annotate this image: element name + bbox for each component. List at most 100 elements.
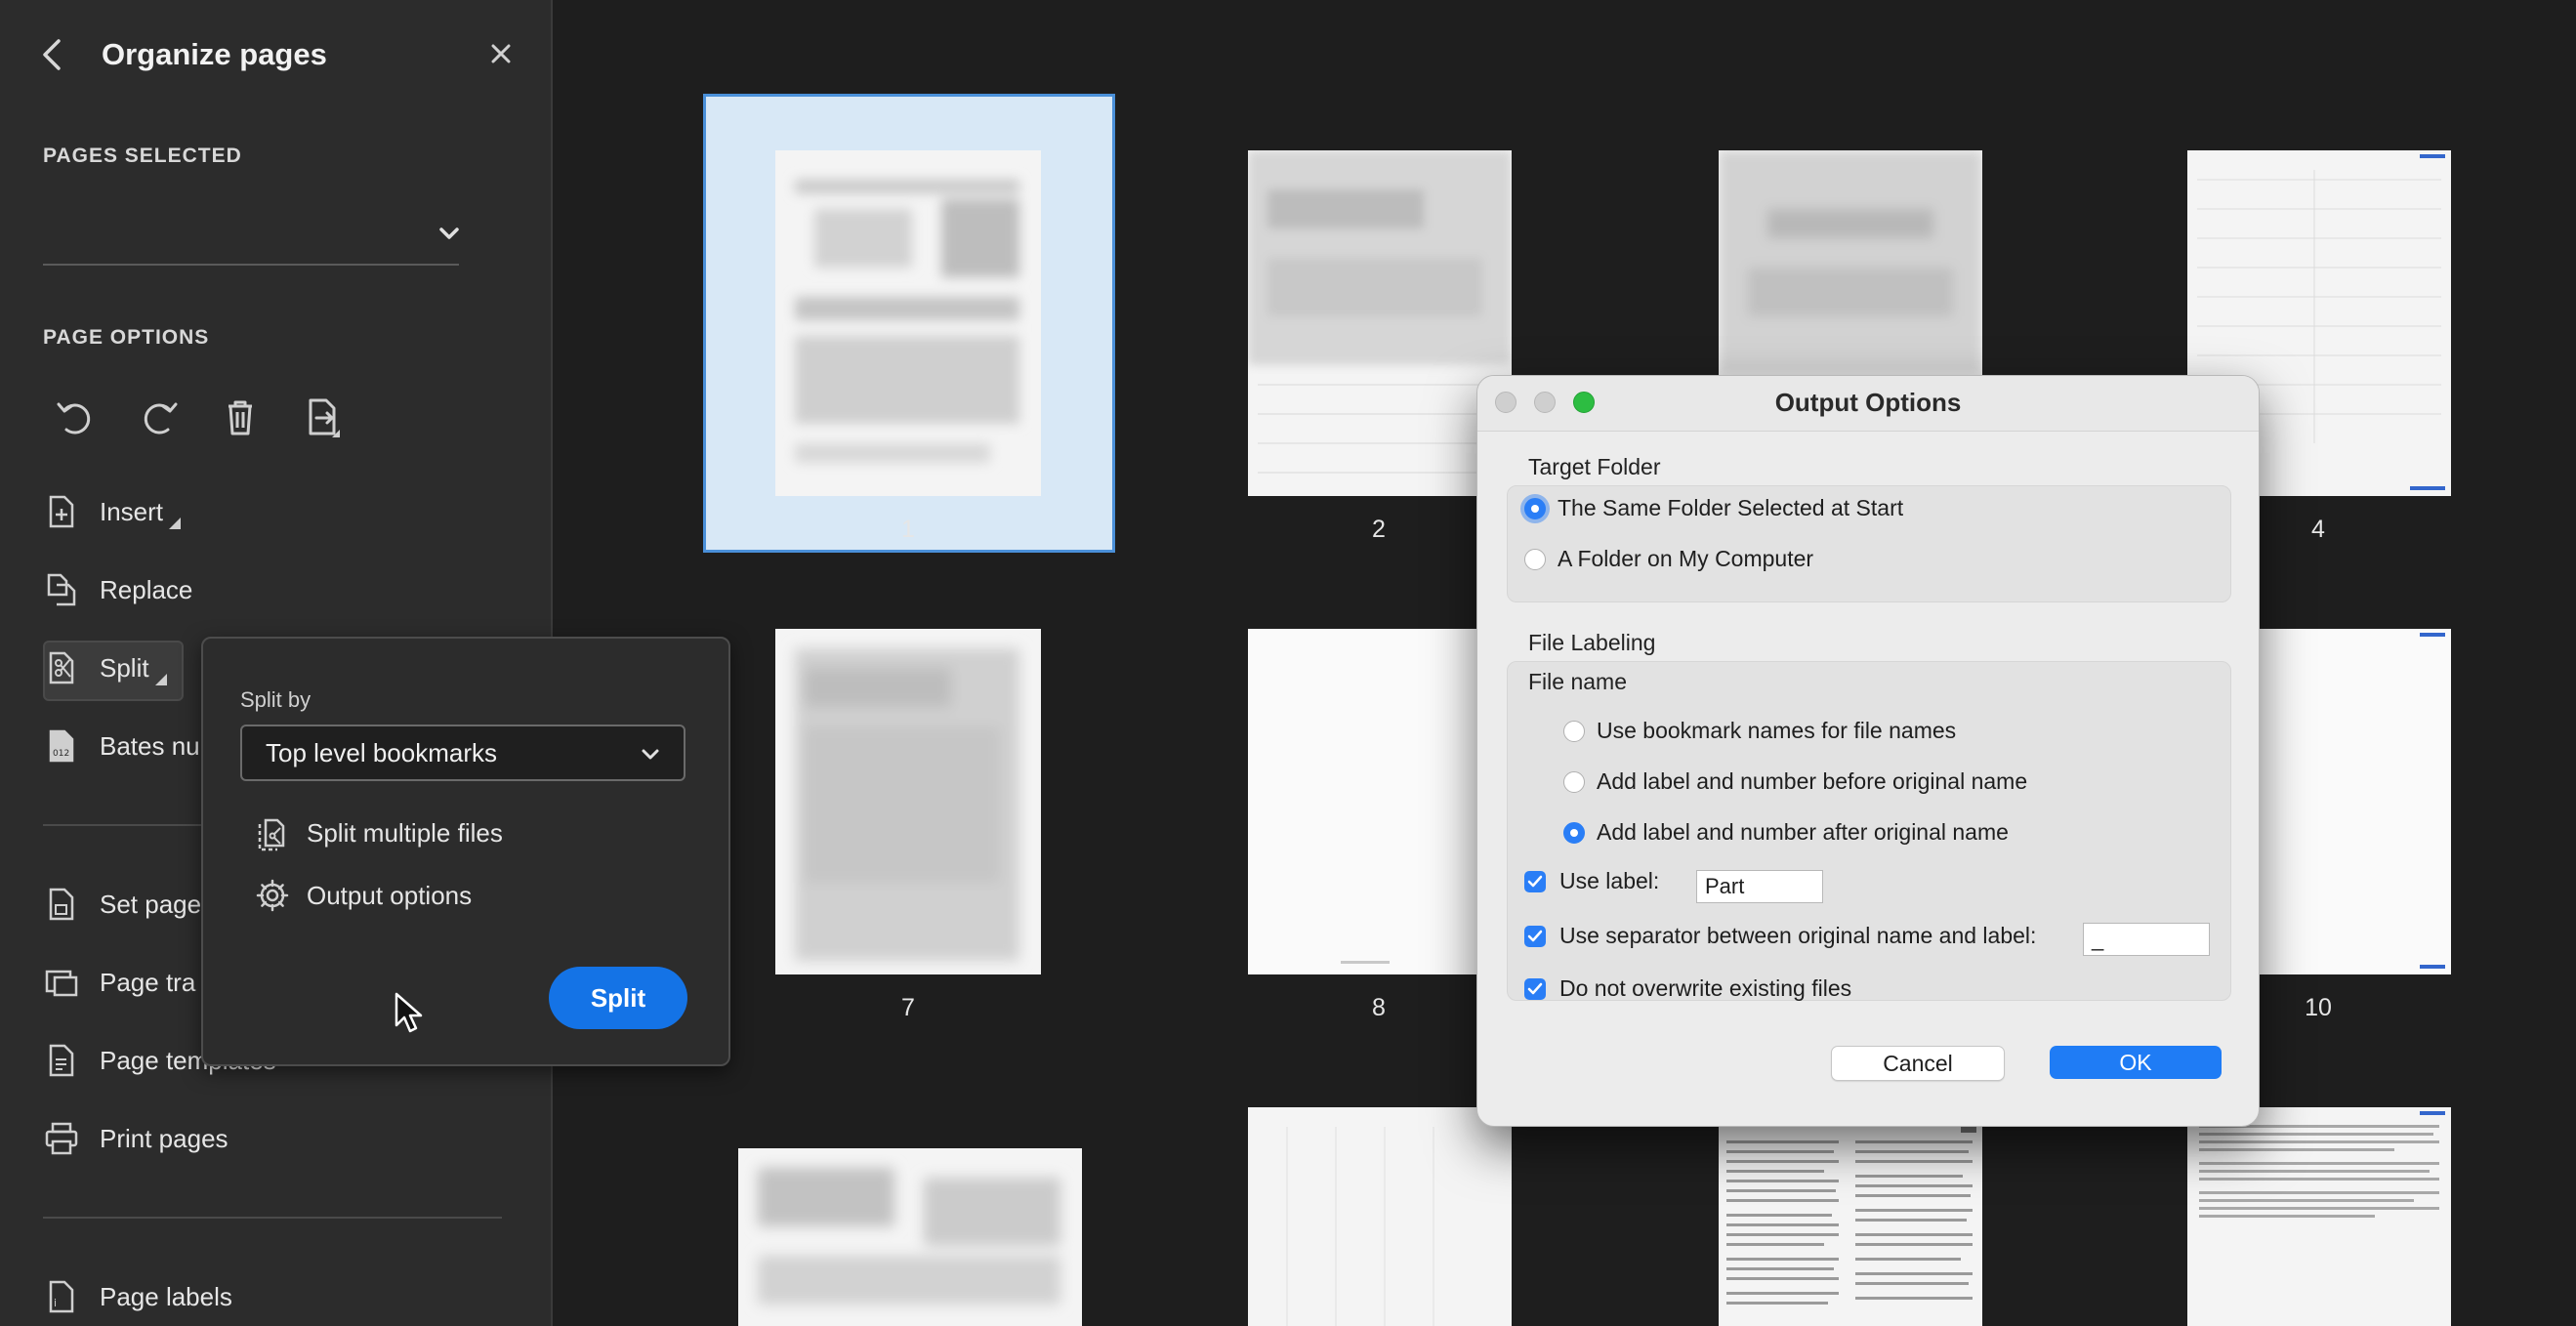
page-thumbnail-7[interactable] (775, 629, 1041, 974)
checkbox-checked[interactable] (1524, 870, 1546, 892)
extract-page-icon[interactable] (295, 391, 350, 445)
page-number: 8 (1372, 994, 1386, 1021)
trash-icon[interactable] (213, 391, 268, 445)
page-number: 2 (1372, 516, 1386, 543)
cancel-button[interactable]: Cancel (1831, 1046, 2005, 1081)
replace-button[interactable]: Replace (43, 562, 192, 617)
page-thumbnail-8[interactable] (1248, 629, 1512, 974)
page-number: 7 (901, 994, 915, 1021)
file-name-label: File name (1528, 669, 1627, 694)
replace-page-icon (47, 573, 76, 606)
split-page-icon (49, 651, 74, 684)
label-before-label: Add label and number before original nam… (1597, 768, 2028, 794)
use-label-checkbox[interactable]: Use label: (1524, 868, 1659, 894)
split-multiple-files-label: Split multiple files (307, 817, 503, 848)
page-thumbnail-1[interactable] (775, 150, 1041, 496)
ok-button[interactable]: OK (2050, 1046, 2222, 1079)
bates-number-label: Bates nu (100, 730, 200, 761)
mouse-cursor-icon (395, 992, 424, 1038)
radio-selected[interactable] (1524, 497, 1546, 519)
split-by-select[interactable]: Top level bookmarks (240, 725, 686, 781)
radio-unselected[interactable] (1563, 720, 1585, 742)
output-options-link[interactable]: Output options (254, 877, 472, 914)
checkbox-checked[interactable] (1524, 925, 1546, 947)
split-popover: Split by Top level bookmarks Split multi… (201, 637, 730, 1066)
page-thumbnail-14[interactable] (1248, 1107, 1512, 1326)
page-labels-label: Page labels (100, 1281, 232, 1311)
same-folder-radio[interactable]: The Same Folder Selected at Start (1524, 495, 1903, 521)
use-separator-text: Use separator between original name and … (1559, 923, 2037, 948)
gear-icon (256, 879, 289, 912)
replace-label: Replace (100, 574, 193, 604)
insert-page-icon (49, 495, 74, 528)
split-multiple-files-icon (258, 818, 285, 851)
bates-number-button[interactable]: 012 Bates nu (43, 719, 200, 773)
page-templates-icon (49, 1044, 74, 1077)
output-options-dialog: Output Options Target Folder The Same Fo… (1476, 375, 2260, 1127)
split-multiple-files-link[interactable]: Split multiple files (254, 814, 503, 851)
page-options-label: PAGE OPTIONS (43, 326, 210, 349)
label-before-radio[interactable]: Add label and number before original nam… (1563, 768, 2027, 795)
insert-button[interactable]: Insert (43, 484, 182, 539)
bookmark-names-radio[interactable]: Use bookmark names for file names (1563, 718, 1956, 744)
print-icon (45, 1122, 78, 1155)
split-by-label: Split by (240, 687, 312, 712)
checkbox-checked[interactable] (1524, 977, 1546, 1000)
split-item[interactable]: Split (43, 641, 167, 695)
page-thumbnail-2[interactable] (1248, 150, 1512, 496)
label-after-label: Add label and number after original name (1597, 819, 2009, 845)
no-overwrite-checkbox[interactable]: Do not overwrite existing files (1524, 975, 1851, 1002)
page-number: 10 (2305, 994, 2332, 1021)
page-labels-button[interactable]: i Page labels (43, 1269, 232, 1324)
radio-unselected[interactable] (1563, 770, 1585, 793)
file-labeling-label: File Labeling (1528, 630, 1656, 655)
label-after-radio[interactable]: Add label and number after original name (1563, 819, 2009, 846)
dialog-title: Output Options (1774, 388, 1962, 417)
use-label-text: Use label: (1559, 868, 1660, 893)
print-pages-label: Print pages (100, 1123, 229, 1153)
rotate-left-icon[interactable] (49, 391, 104, 445)
set-page-button[interactable]: Set page (43, 877, 201, 932)
page-number: 4 (2311, 516, 2325, 543)
folder-on-computer-label: A Folder on My Computer (1558, 546, 1814, 571)
radio-unselected[interactable] (1524, 548, 1546, 570)
no-overwrite-text: Do not overwrite existing files (1559, 975, 1852, 1001)
set-page-label: Set page (100, 889, 202, 919)
page-thumbnail-15[interactable] (1719, 1121, 1982, 1326)
page-thumbnail-16[interactable] (2187, 1107, 2451, 1326)
bookmark-names-label: Use bookmark names for file names (1597, 718, 1957, 743)
split-by-value: Top level bookmarks (266, 737, 497, 767)
split-confirm-button[interactable]: Split (549, 967, 687, 1029)
dropdown-underline (43, 264, 459, 266)
close-icon[interactable] (486, 39, 516, 68)
pages-selected-label: PAGES SELECTED (43, 145, 242, 167)
set-page-icon (49, 888, 74, 921)
page-thumbnail-3[interactable] (1719, 150, 1982, 375)
label-text-field[interactable]: Part (1696, 870, 1823, 903)
split-label: Split (100, 652, 149, 683)
radio-selected[interactable] (1563, 821, 1585, 844)
use-separator-checkbox[interactable]: Use separator between original name and … (1524, 923, 2036, 949)
target-folder-label: Target Folder (1528, 454, 1661, 479)
svg-text:012: 012 (53, 749, 69, 759)
chevron-down-icon (642, 749, 659, 760)
chevron-down-icon[interactable] (436, 221, 463, 246)
bates-number-icon: 012 (49, 729, 74, 763)
print-pages-button[interactable]: Print pages (43, 1111, 229, 1166)
same-folder-label: The Same Folder Selected at Start (1558, 495, 1904, 520)
divider (43, 1217, 502, 1219)
page-transitions-button[interactable]: Page tra (43, 955, 195, 1010)
output-options-label: Output options (307, 880, 473, 910)
page-labels-icon: i (49, 1280, 74, 1313)
pages-selected-dropdown[interactable] (43, 195, 461, 264)
folder-on-computer-radio[interactable]: A Folder on My Computer (1524, 546, 1813, 572)
page-number: 1 (901, 516, 915, 543)
insert-label: Insert (100, 496, 164, 526)
back-icon[interactable] (35, 35, 70, 74)
rotate-right-icon[interactable] (131, 391, 186, 445)
panel-title: Organize pages (102, 37, 327, 71)
page-transitions-icon (45, 970, 78, 997)
svg-text:i: i (54, 1297, 57, 1309)
page-thumbnail-13[interactable] (738, 1148, 1082, 1326)
separator-text-field[interactable]: _ (2083, 923, 2210, 956)
